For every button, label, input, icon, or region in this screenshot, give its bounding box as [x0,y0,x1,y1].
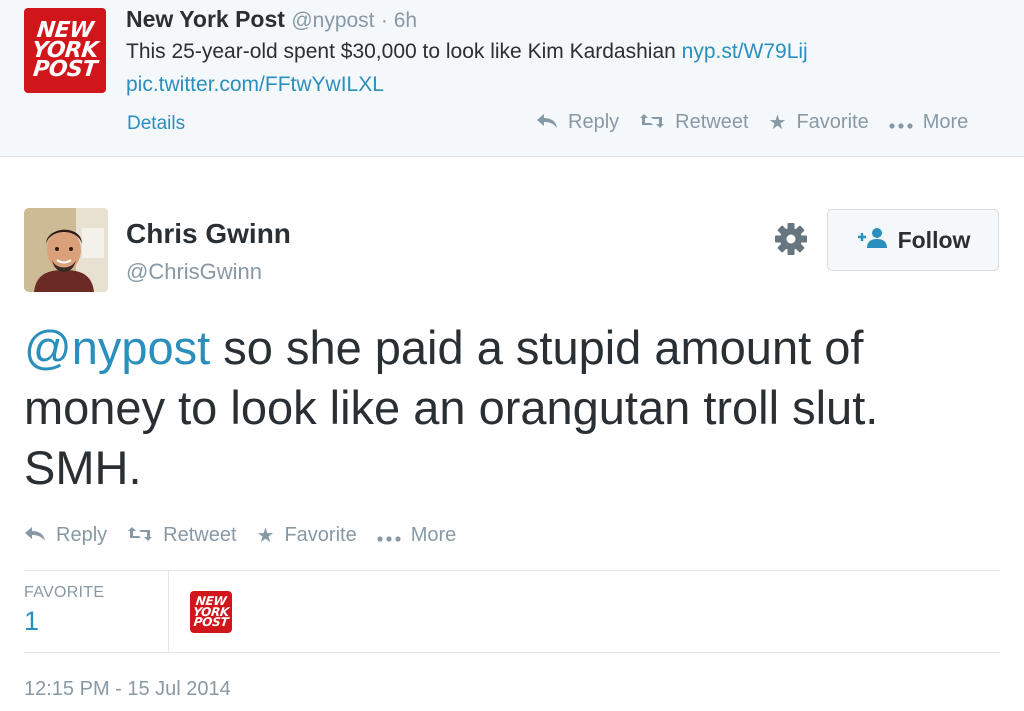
retweet-button[interactable]: Retweet [127,524,237,547]
gear-icon[interactable] [773,221,809,257]
quoted-author: New York Post @nypost · 6h [126,6,417,33]
follow-button[interactable]: Follow [827,209,999,271]
more-label: More [410,524,457,546]
quoted-author-name[interactable]: New York Post [126,6,285,32]
timestamp[interactable]: 12:15 PM - 15 Jul 2014 [24,678,231,701]
divider-bottom [24,652,1000,653]
favorite-button[interactable]: ★ Favorite [257,524,357,547]
logo-line-3: POST [31,57,99,83]
retweet-label: Retweet [163,524,237,546]
star-icon: ★ [768,111,787,134]
quoted-tweet: NEW YORK POST New York Post @nypost · 6h… [0,0,1024,157]
quoted-text: This 25-year-old spent $30,000 to look l… [126,40,676,63]
favorite-label: Favorite [284,524,357,546]
retweet-icon [127,526,153,546]
quoted-pic-link[interactable]: pic.twitter.com/FFtwYwILXL [126,73,384,97]
retweet-icon [639,113,665,133]
mention-link[interactable]: @nypost [24,321,210,374]
tweet-text: @nypost so she paid a stupid amount of m… [24,318,1004,498]
follow-label: Follow [897,226,971,253]
favorite-stat-label: FAVORITE [24,584,105,601]
more-button[interactable]: More [377,524,457,547]
stats-divider [168,571,169,653]
quoted-time[interactable]: · 6h [381,9,417,32]
reply-icon [536,113,558,133]
quoted-reply-button[interactable]: Reply [536,111,619,134]
more-label: More [922,111,969,133]
reply-label: Reply [568,111,620,133]
reply-button[interactable]: Reply [24,524,107,547]
quoted-retweet-button[interactable]: Retweet [639,111,749,134]
favorite-label: Favorite [796,111,869,133]
logo-line-3: POST [192,615,230,630]
quoted-link[interactable]: nyp.st/W79Lij [682,40,808,63]
more-dots-icon [889,113,913,133]
avatar[interactable] [24,208,108,292]
avatar-image [24,208,108,292]
more-dots-icon [377,526,401,546]
reply-label: Reply [56,524,108,546]
tweet-actions: Reply Retweet ★ Favorite More [24,524,456,547]
details-link[interactable]: Details [127,113,185,135]
quoted-favorite-button[interactable]: ★ Favorite [769,111,869,134]
retweet-label: Retweet [675,111,749,133]
quoted-text-line: This 25-year-old spent $30,000 to look l… [126,40,808,64]
quoted-actions: Reply Retweet ★ Favorite More [536,111,968,134]
quoted-more-button[interactable]: More [889,111,969,134]
divider-top [24,570,1000,571]
quoted-author-handle[interactable]: @nypost [291,9,374,32]
add-user-icon [856,227,888,254]
favorite-count[interactable]: 1 [24,606,39,637]
nypost-logo[interactable]: NEW YORK POST [24,8,106,93]
favoriter-avatar[interactable]: NEW YORK POST [190,591,232,633]
author-handle[interactable]: @ChrisGwinn [126,259,262,285]
author-name[interactable]: Chris Gwinn [126,218,291,250]
star-icon: ★ [256,524,275,547]
reply-icon [24,526,46,546]
